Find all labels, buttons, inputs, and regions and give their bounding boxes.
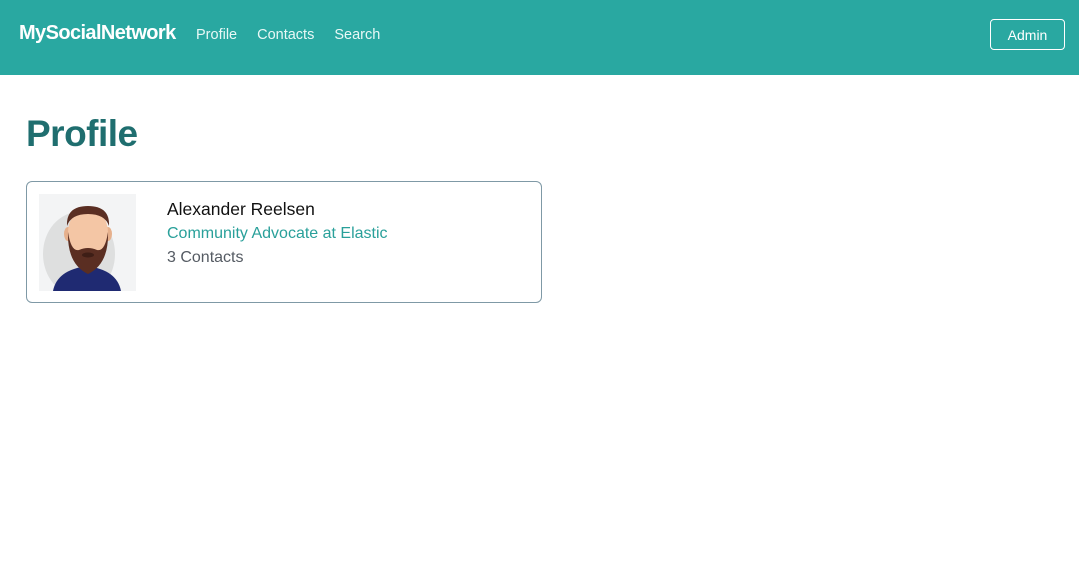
nav-link-profile[interactable]: Profile <box>196 27 237 43</box>
nav-link-search[interactable]: Search <box>334 27 380 43</box>
contacts-count: 3 Contacts <box>167 249 244 266</box>
nav-link-contacts[interactable]: Contacts <box>257 27 314 43</box>
top-navbar: MySocialNetwork Profile Contacts Search … <box>0 0 1079 75</box>
profile-headline: Community Advocate at Elastic <box>167 225 388 242</box>
bearded-man-avatar-icon <box>39 194 136 291</box>
profile-card[interactable]: Alexander Reelsen Community Advocate at … <box>26 181 542 303</box>
nav-links: Profile Contacts Search <box>196 27 380 43</box>
profile-name: Alexander Reelsen <box>167 199 315 219</box>
avatar-illustration <box>39 194 136 291</box>
admin-button[interactable]: Admin <box>990 19 1065 50</box>
page-title: Profile <box>26 113 138 154</box>
brand-logo-link[interactable]: MySocialNetwork <box>19 22 176 45</box>
